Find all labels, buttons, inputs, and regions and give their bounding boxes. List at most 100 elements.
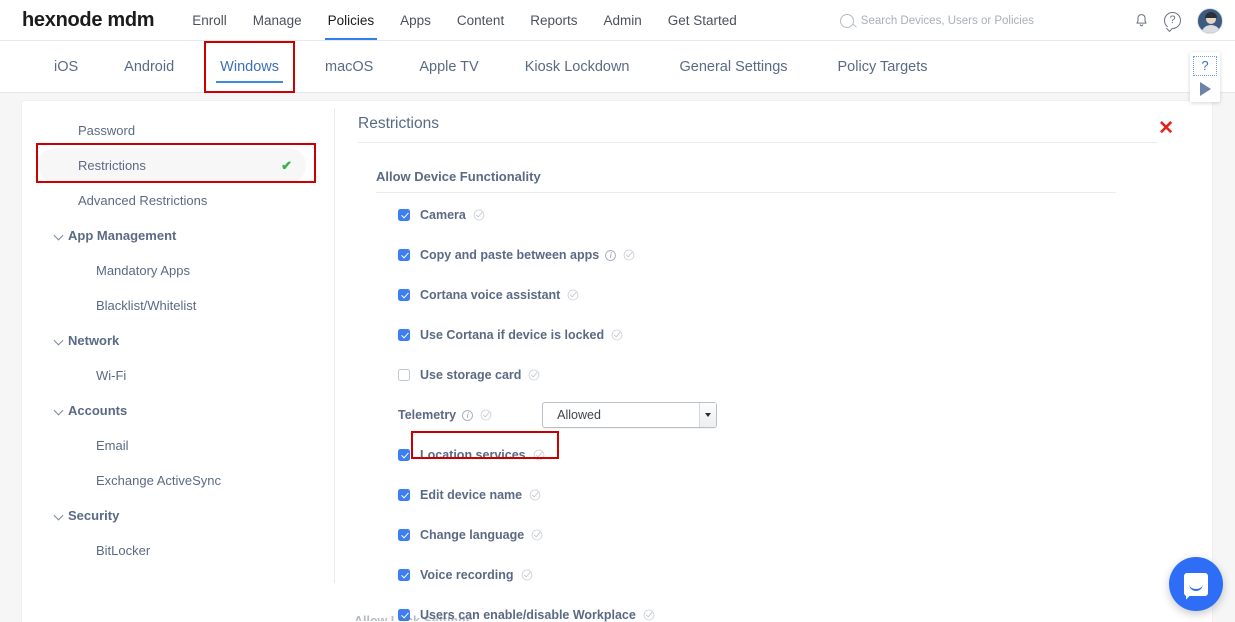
checkbox-edit-device-name[interactable] xyxy=(398,489,410,501)
telemetry-select[interactable]: Allowed xyxy=(542,402,718,428)
tab-apple-tv[interactable]: Apple TV xyxy=(403,41,494,93)
sidebar-item-label: Security xyxy=(68,508,120,523)
applied-check-icon xyxy=(531,529,543,541)
info-icon[interactable]: i xyxy=(605,249,617,261)
tab-windows[interactable]: Windows xyxy=(204,41,295,93)
sidebar-item-blacklist-whitelist[interactable]: Blacklist/Whitelist xyxy=(38,288,306,323)
nav-item-get-started[interactable]: Get Started xyxy=(655,0,750,41)
option-row-camera[interactable]: Camera xyxy=(376,197,1192,233)
sidebar-item-wifi[interactable]: Wi-Fi xyxy=(38,358,306,393)
nav-item-content[interactable]: Content xyxy=(444,0,517,41)
sidebar-item-email[interactable]: Email xyxy=(38,428,306,463)
brand-logo[interactable]: hexnode mdm xyxy=(22,9,155,32)
option-label: Use Cortana if device is locked xyxy=(420,328,605,342)
search-input[interactable]: Search Devices, Users or Policies xyxy=(861,15,1034,27)
tab-ios[interactable]: iOS xyxy=(38,41,94,93)
avatar[interactable] xyxy=(1197,7,1223,34)
policy-sidebar: Password Restrictions ✔ Advanced Restric… xyxy=(22,113,322,568)
option-row-edit-device-name[interactable]: Edit device name xyxy=(376,477,1192,513)
tab-android[interactable]: Android xyxy=(108,41,190,93)
top-bar-right-controls: Search Devices, Users or Policies ? xyxy=(839,0,1223,41)
sidebar-item-label: BitLocker xyxy=(96,543,151,558)
option-row-change-language[interactable]: Change language xyxy=(376,517,1192,553)
info-icon[interactable]: i xyxy=(462,409,474,421)
policy-card: Password Restrictions ✔ Advanced Restric… xyxy=(22,101,1212,622)
sidebar-item-bitlocker[interactable]: BitLocker xyxy=(38,533,306,568)
applied-check-icon xyxy=(529,369,540,381)
checkbox-use-storage-card[interactable] xyxy=(398,369,410,381)
sidebar-item-exchange-activesync[interactable]: Exchange ActiveSync xyxy=(38,463,306,498)
next-section-title-partial: Allow Lock Settings xyxy=(354,614,473,621)
option-row-copy-paste[interactable]: Copy and paste between apps i xyxy=(376,237,1192,273)
chevron-down-icon xyxy=(53,335,64,345)
tab-macos[interactable]: macOS xyxy=(309,41,389,93)
applied-check-icon xyxy=(473,209,485,221)
option-row-voice-recording[interactable]: Voice recording xyxy=(376,557,1192,593)
app-page: hexnode mdm Enroll Manage Policies Apps … xyxy=(0,0,1235,622)
tabs-divider xyxy=(0,92,1235,93)
tab-general-settings[interactable]: General Settings xyxy=(664,41,804,93)
tab-kiosk-lockdown[interactable]: Kiosk Lockdown xyxy=(509,41,646,93)
applied-check-icon xyxy=(623,249,635,261)
checkbox-voice-recording[interactable] xyxy=(398,569,410,581)
play-triangle-icon[interactable] xyxy=(1199,82,1211,96)
option-row-telemetry[interactable]: Telemetry i Allowed xyxy=(376,397,1192,433)
option-label: Copy and paste between apps xyxy=(420,248,600,262)
checkbox-copy-paste[interactable] xyxy=(398,249,410,261)
option-row-location-services[interactable]: Location services xyxy=(376,437,1192,473)
help-button[interactable]: ? xyxy=(1164,12,1181,29)
sidebar-item-label: Wi-Fi xyxy=(96,368,127,383)
sidebar-group-app-management[interactable]: App Management xyxy=(38,218,306,253)
search-icon xyxy=(839,13,854,28)
checkbox-use-cortana-if-locked[interactable] xyxy=(398,329,410,341)
sidebar-item-password[interactable]: Password xyxy=(38,113,306,148)
tab-policy-targets[interactable]: Policy Targets xyxy=(822,41,944,93)
tab-windows-label: Windows xyxy=(220,59,279,75)
option-row-users-can-toggle-workplace[interactable]: Users can enable/disable Workplace xyxy=(376,597,1192,622)
sidebar-item-label: Network xyxy=(68,333,120,348)
applied-check-icon xyxy=(529,489,541,501)
help-question-button[interactable]: ? xyxy=(1193,56,1217,76)
chevron-down-icon xyxy=(53,230,64,240)
checkbox-change-language[interactable] xyxy=(398,529,410,541)
notifications-button[interactable] xyxy=(1133,12,1150,30)
chevron-down-icon xyxy=(53,405,64,415)
option-label: Location services xyxy=(420,448,526,462)
nav-item-enroll[interactable]: Enroll xyxy=(179,0,240,41)
select-arrow-box xyxy=(699,403,717,427)
page-title: Restrictions xyxy=(358,115,1158,143)
sidebar-item-restrictions[interactable]: Restrictions ✔ xyxy=(38,148,306,183)
option-row-use-storage-card[interactable]: Use storage card xyxy=(376,357,1192,393)
sidebar-group-accounts[interactable]: Accounts xyxy=(38,393,306,428)
option-row-use-cortana-if-locked[interactable]: Use Cortana if device is locked xyxy=(376,317,1192,353)
sidebar-item-label: App Management xyxy=(68,228,177,243)
chevron-down-icon xyxy=(705,413,712,417)
sidebar-group-security[interactable]: Security xyxy=(38,498,306,533)
applied-check-icon xyxy=(521,569,532,581)
checkbox-camera[interactable] xyxy=(398,209,410,221)
nav-item-policies[interactable]: Policies xyxy=(315,0,388,41)
nav-item-apps[interactable]: Apps xyxy=(387,0,444,41)
sidebar-item-mandatory-apps[interactable]: Mandatory Apps xyxy=(38,253,306,288)
global-search[interactable]: Search Devices, Users or Policies xyxy=(839,13,1034,28)
checkbox-cortana-voice-assistant[interactable] xyxy=(398,289,410,301)
sidebar-group-network[interactable]: Network xyxy=(38,323,306,358)
applied-check-icon xyxy=(480,409,492,421)
nav-item-manage[interactable]: Manage xyxy=(240,0,315,41)
chat-launcher-button[interactable] xyxy=(1169,557,1223,611)
section-title: Allow Device Functionality xyxy=(376,169,1116,193)
option-label: Edit device name xyxy=(420,488,523,502)
option-row-cortana-voice-assistant[interactable]: Cortana voice assistant xyxy=(376,277,1192,313)
applied-check-icon xyxy=(643,609,655,621)
nav-item-admin[interactable]: Admin xyxy=(590,0,654,41)
close-button[interactable]: ✕ xyxy=(1158,119,1174,138)
checkbox-location-services[interactable] xyxy=(398,449,410,461)
telemetry-selected-value: Allowed xyxy=(557,408,601,422)
bell-icon xyxy=(1136,13,1147,26)
platform-tabs: iOS Android Windows macOS Apple TV Kiosk… xyxy=(0,41,1235,93)
option-label: Camera xyxy=(420,208,466,222)
nav-item-reports[interactable]: Reports xyxy=(517,0,590,41)
sidebar-item-label: Accounts xyxy=(68,403,128,418)
chevron-down-icon xyxy=(53,510,64,520)
sidebar-item-advanced-restrictions[interactable]: Advanced Restrictions xyxy=(38,183,306,218)
